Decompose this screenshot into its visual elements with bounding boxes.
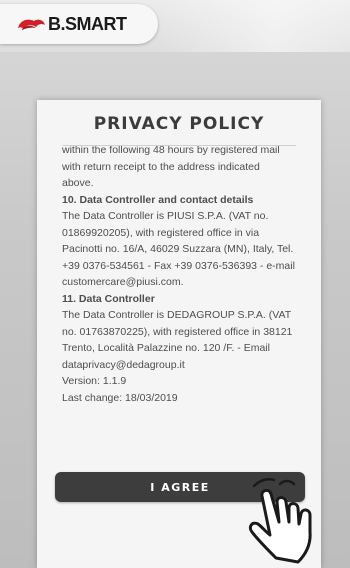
- policy-line: customercare@piusi.com.: [62, 276, 184, 288]
- policy-section-heading: 10. Data Controller and contact details: [62, 193, 254, 206]
- version-text: Version: 1.1.9: [62, 375, 127, 387]
- hand-pointer-icon: [248, 478, 312, 564]
- policy-text-scroll[interactable]: within the following 48 hours by registe…: [62, 146, 310, 476]
- app-header: B.SMART: [0, 0, 350, 52]
- logo-tab: B.SMART: [0, 4, 158, 44]
- policy-line: no. 01763870225), with registered office…: [62, 325, 293, 338]
- last-change-text: Last change: 18/03/2019: [62, 391, 178, 404]
- policy-line: The Data Controller is PIUSI S.P.A. (VAT…: [62, 210, 269, 222]
- policy-section-heading: 11. Data Controller: [62, 292, 155, 305]
- policy-line: within the following 48 hours by registe…: [62, 146, 280, 156]
- dialog-title: PRIVACY POLICY: [93, 114, 265, 134]
- policy-line: Trento, Località Palazzine no. 120 /F. -…: [62, 342, 270, 354]
- policy-line: The Data Controller is DEDAGROUP S.P.A. …: [62, 309, 292, 321]
- logo-text: B.SMART: [48, 13, 127, 34]
- policy-line: with return receipt to the address indic…: [62, 160, 260, 173]
- policy-line: Pacinotti no. 16/A, 46029 Suzzara (MN), …: [62, 243, 294, 255]
- policy-line: above.: [62, 177, 94, 189]
- policy-line: +39 0376-534561 - Fax +39 0376-536393 - …: [62, 259, 295, 272]
- policy-line: dataprivacy@dedagroup.it: [62, 358, 185, 371]
- bsmart-logo-icon: [18, 19, 45, 30]
- policy-line: 01869920205), with registered office in …: [62, 226, 260, 239]
